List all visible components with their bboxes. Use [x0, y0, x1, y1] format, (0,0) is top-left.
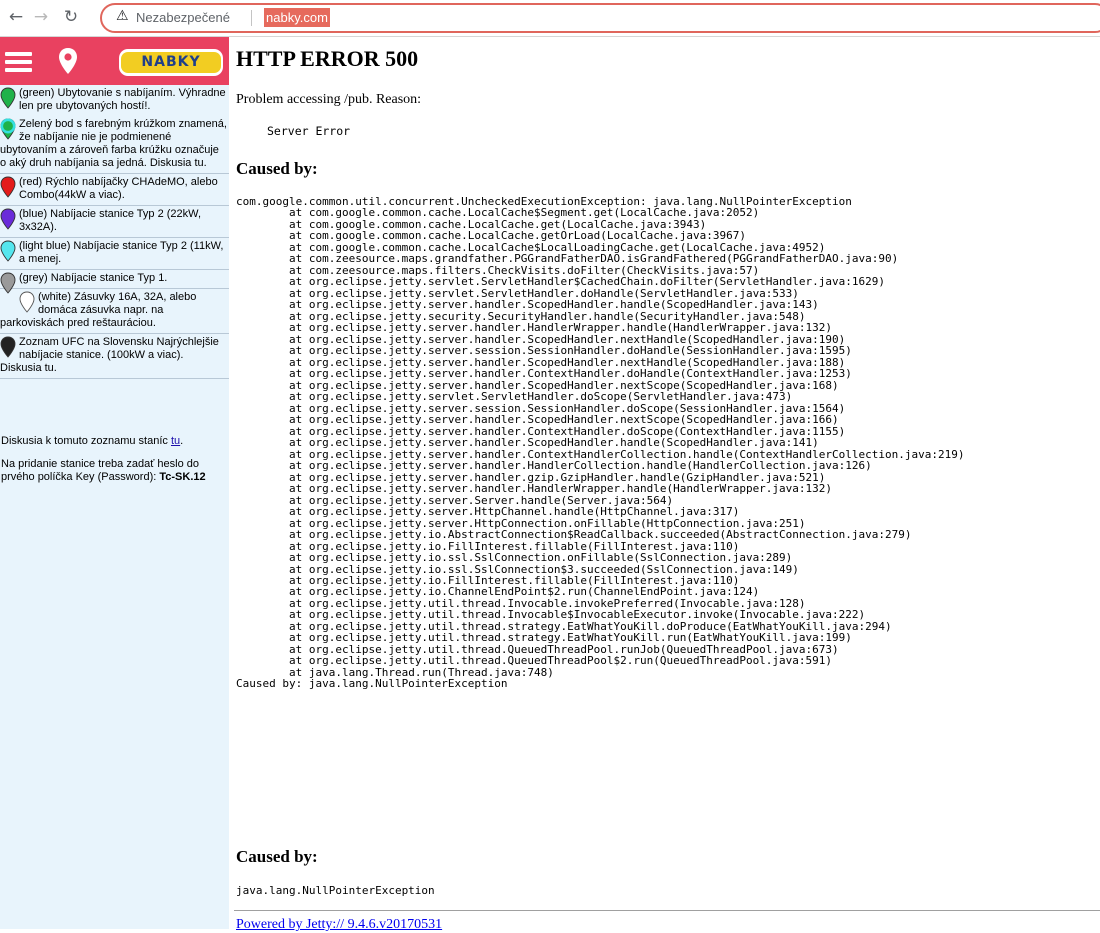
powered-by-link[interactable]: Powered by Jetty:// 9.4.6.v20170531	[236, 917, 442, 933]
sidebar-header: NABKY	[0, 37, 229, 85]
discussion-note: Diskusia k tomuto zoznamu staníc tu.	[0, 435, 229, 448]
legend-text: (grey) Nabíjacie stanice Typ 1.	[19, 272, 168, 284]
forward-arrow-icon[interactable]: →	[30, 6, 52, 28]
address-divider	[251, 10, 252, 26]
legend-text: (blue) Nabíjacie stanice Typ 2 (22kW, 3x…	[19, 208, 201, 233]
security-label[interactable]: Nezabezpečené	[136, 10, 230, 25]
legend-item: (light blue) Nabíjacie stanice Typ 2 (11…	[0, 238, 229, 270]
discussion-link[interactable]: tu	[171, 435, 180, 447]
trace-line: at org.eclipse.jetty.server.handler.Hand…	[236, 482, 833, 496]
logo-text: NABKY	[121, 52, 221, 73]
page-title: HTTP ERROR 500	[236, 46, 419, 71]
hamburger-menu-icon[interactable]	[5, 52, 32, 72]
caused-by-heading: Caused by:	[236, 159, 318, 178]
discussion-suffix: .	[180, 435, 184, 447]
legend-text: Zoznam UFC na Slovensku Najrýchlejšie na…	[0, 336, 219, 374]
password-note: Na pridanie stanice treba zadať heslo do…	[0, 458, 229, 484]
trace-line: at org.eclipse.jetty.io.AbstractConnecti…	[236, 528, 912, 542]
map-pin-icon	[0, 240, 16, 262]
trace-line: at org.eclipse.jetty.server.HttpChannel.…	[236, 505, 740, 519]
trace-line: at org.eclipse.jetty.server.handler.Scop…	[236, 413, 839, 427]
reason-text: Server Error	[267, 124, 351, 138]
second-cause-text: java.lang.NullPointerException	[236, 884, 435, 897]
legend-text: (red) Rýchlo nabíjačky CHAdeMO, alebo Co…	[19, 176, 218, 201]
back-arrow-icon[interactable]: ←	[5, 6, 27, 28]
map-pin-icon	[0, 118, 16, 140]
legend-item: (white) Zásuvky 16A, 32A, alebo domáca z…	[0, 289, 229, 334]
trace-line: at org.eclipse.jetty.servlet.ServletHand…	[236, 390, 793, 404]
legend-list: (green) Ubytovanie s nabíjaním. Výhradne…	[0, 85, 229, 379]
address-bar[interactable]: ⚠ Nezabezpečené nabky.com	[100, 3, 1100, 33]
legend-text: (green) Ubytovanie s nabíjaním. Výhradne…	[19, 87, 226, 112]
discussion-prefix: Diskusia k tomuto zoznamu staníc	[1, 435, 171, 447]
trace-line: at org.eclipse.jetty.server.handler.Scop…	[236, 436, 819, 450]
nabky-logo[interactable]: NABKY	[119, 49, 223, 76]
location-pin-icon[interactable]	[58, 47, 78, 75]
legend-item: (grey) Nabíjacie stanice Typ 1.	[0, 270, 229, 294]
reload-icon[interactable]: ↻	[60, 6, 82, 28]
problem-text: Problem accessing /pub. Reason:	[236, 92, 422, 107]
map-pin-icon	[0, 336, 16, 358]
legend-item: (red) Rýchlo nabíjačky CHAdeMO, alebo Co…	[0, 174, 229, 206]
legend-item: (blue) Nabíjacie stanice Typ 2 (22kW, 3x…	[0, 206, 229, 238]
divider	[234, 910, 1100, 911]
legend-text: (light blue) Nabíjacie stanice Typ 2 (11…	[19, 240, 224, 265]
map-pin-icon	[0, 176, 16, 198]
url-text[interactable]: nabky.com	[264, 8, 330, 27]
sidebar: NABKY (green) Ubytovanie s nabíjaním. Vý…	[0, 37, 229, 929]
browser-toolbar: ← → ↻ ⚠ Nezabezpečené nabky.com	[0, 0, 1100, 37]
warning-icon[interactable]: ⚠	[116, 8, 129, 24]
legend-item: (green) Ubytovanie s nabíjaním. Výhradne…	[0, 85, 229, 116]
map-pin-icon	[0, 208, 16, 230]
map-pin-icon	[0, 87, 16, 109]
legend-text: Zelený bod s farebným krúžkom znamená, ž…	[0, 118, 227, 169]
password-value: Tc-SK.12	[159, 471, 206, 483]
second-caused-by-heading: Caused by:	[236, 847, 318, 866]
stack-trace: com.google.common.util.concurrent.Unchec…	[236, 196, 965, 690]
legend-item: Zelený bod s farebným krúžkom znamená, ž…	[0, 116, 229, 174]
trace-line: Caused by: java.lang.NullPointerExceptio…	[236, 677, 508, 691]
map-pin-icon	[19, 291, 35, 313]
legend-item: Zoznam UFC na Slovensku Najrýchlejšie na…	[0, 334, 229, 379]
trace-line: at org.eclipse.jetty.io.ssl.SslConnectio…	[236, 551, 793, 565]
trace-line: at org.eclipse.jetty.server.handler.Hand…	[236, 459, 872, 473]
